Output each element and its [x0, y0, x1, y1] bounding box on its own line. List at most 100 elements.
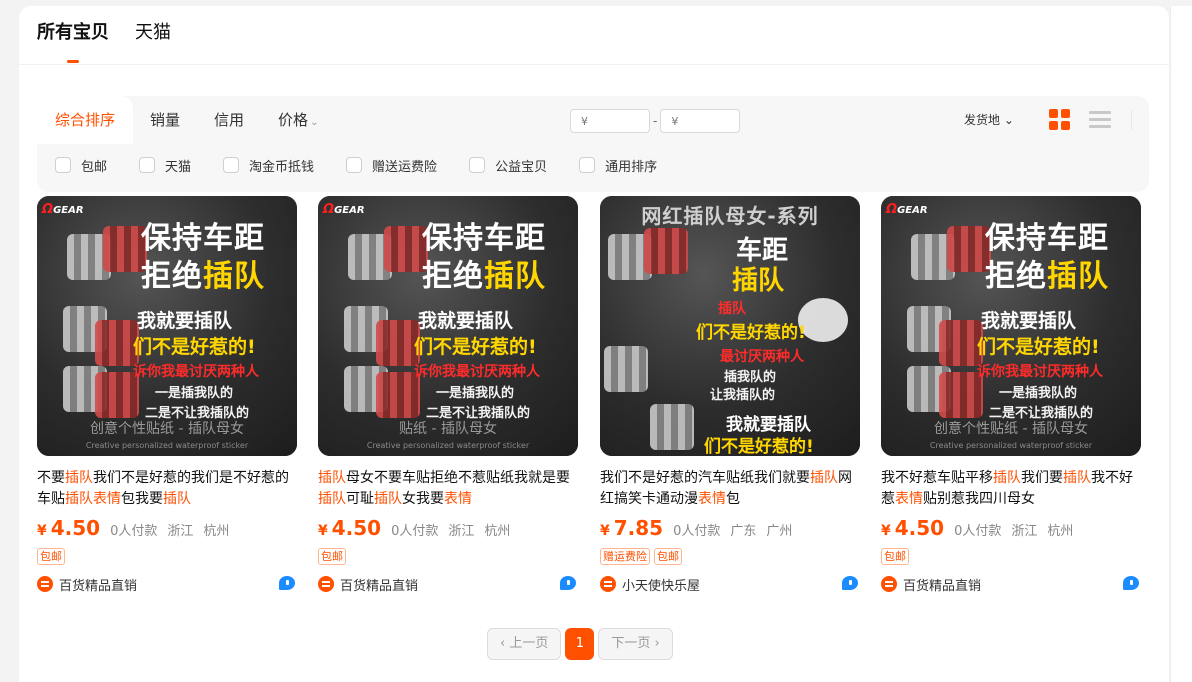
list-view-icon[interactable]	[1089, 111, 1111, 129]
product-image[interactable]: ΩGEAR 保持车距 拒绝插队 我就要插队 们不是好惹的! 诉你我最讨厌两种人 一…	[318, 196, 578, 456]
main-tabs: 所有宝贝 天猫	[37, 20, 171, 63]
price-row: ¥4.50 0人付款 浙江 杭州	[318, 516, 578, 542]
prev-page-button[interactable]: ‹ 上一页	[487, 628, 562, 660]
brand-logo: ΩGEAR	[886, 202, 928, 217]
image-headline: 插队	[203, 259, 265, 294]
province: 浙江	[448, 524, 475, 539]
title-text: 我们要	[1021, 470, 1063, 486]
checkbox[interactable]	[55, 157, 71, 173]
product-card[interactable]: ΩGEAR 保持车距 拒绝插队 我就要插队 们不是好惹的! 诉你我最讨厌两种人 一…	[318, 196, 578, 594]
shop-icon	[600, 576, 616, 592]
tab-all-items[interactable]: 所有宝贝	[37, 20, 109, 63]
shop-name[interactable]: 小天使快乐屋	[622, 575, 700, 594]
chevron-down-icon: ⌄	[310, 117, 319, 128]
page-number-current[interactable]: 1	[565, 628, 595, 660]
shop-row: 百货精品直销	[318, 574, 578, 594]
title-highlight: 表情	[444, 491, 472, 507]
filter-taojinbi[interactable]: 淘金币抵钱	[223, 156, 314, 175]
sales-count: 0人付款	[391, 524, 439, 539]
tag-free-shipping: 包邮	[37, 548, 65, 565]
title-text: 包	[726, 491, 740, 507]
title-highlight: 插队	[810, 470, 838, 486]
title-highlight: 插队	[318, 491, 346, 507]
city: 广州	[766, 524, 793, 539]
product-card[interactable]: ΩGEAR 保持车距 拒绝插队 我就要插队 们不是好惹的! 诉你我最讨厌两种人 一…	[37, 196, 297, 594]
image-text: 我就要插队	[418, 310, 514, 332]
filter-label: 包邮	[81, 159, 108, 175]
title-highlight: 插队	[993, 470, 1021, 486]
product-tags: 包邮	[318, 548, 578, 566]
tab-tmall[interactable]: 天猫	[135, 20, 171, 46]
shop-name[interactable]: 百货精品直销	[903, 575, 981, 594]
ship-from-dropdown[interactable]: 发货地 ⌄	[964, 111, 1014, 128]
image-text: 一是插我队的	[155, 386, 234, 401]
product-image[interactable]: 网红插队母女-系列 车距 插队 插队 们不是好惹的! 最讨厌两种人 插我队的 让…	[600, 196, 860, 456]
image-text: 诉你我最讨厌两种人	[133, 364, 259, 380]
shop-icon	[881, 576, 897, 592]
filter-label: 通用排序	[605, 159, 658, 175]
title-text: 不要	[37, 470, 65, 486]
title-highlight: 插队	[318, 470, 346, 486]
price-min-input[interactable]	[570, 109, 650, 133]
shop-row: 百货精品直销	[881, 574, 1141, 594]
checkbox[interactable]	[223, 157, 240, 173]
title-highlight: 插队表情	[65, 491, 121, 507]
filter-general-sort[interactable]: 通用排序	[579, 156, 657, 175]
next-page-button[interactable]: 下一页 ›	[598, 628, 673, 660]
product-title[interactable]: 我不好惹车贴平移插队我们要插队我不好惹表情贴别惹我四川母女	[881, 468, 1141, 510]
filter-label: 天猫	[165, 159, 192, 175]
filter-label: 公益宝贝	[495, 159, 548, 175]
product-tags: 包邮	[881, 548, 1141, 566]
filter-shipping-insurance[interactable]: 赠送运费险	[346, 156, 437, 175]
chevron-down-icon: ⌄	[1003, 113, 1014, 127]
image-headline: 插队	[732, 266, 785, 296]
image-headline: 拒绝	[141, 259, 203, 294]
title-highlight: 插队	[65, 470, 93, 486]
filter-charity[interactable]: 公益宝贝	[469, 156, 547, 175]
image-text: 一是插我队的	[436, 386, 515, 401]
tag-shipping-insurance: 赠运费险	[600, 548, 650, 565]
product-title[interactable]: 我们不是好惹的汽车贴纸我们就要插队网红搞笑卡通动漫表情包	[600, 468, 860, 510]
checkbox[interactable]	[139, 157, 156, 173]
image-text: 插队	[718, 301, 746, 317]
sort-price[interactable]: 价格 ⌄	[261, 96, 335, 144]
brand-logo: ΩGEAR	[323, 202, 365, 217]
grid-view-icon[interactable]	[1049, 109, 1071, 131]
image-text: 最讨厌两种人	[720, 349, 804, 365]
product-tags: 包邮	[37, 548, 297, 566]
sort-default[interactable]: 综合排序	[37, 96, 134, 144]
filter-tmall[interactable]: 天猫	[139, 156, 191, 175]
city: 杭州	[484, 524, 511, 539]
price-max-input[interactable]	[660, 109, 741, 133]
product-title[interactable]: 不要插队我们不是好惹的我们是不好惹的车贴插队表情包我要插队	[37, 468, 297, 510]
price-row: ¥4.50 0人付款 浙江 杭州	[37, 516, 297, 542]
product-title[interactable]: 插队母女不要车贴拒绝不惹贴纸我就是要插队可耻插队女我要表情	[318, 468, 578, 510]
sort-sales[interactable]: 销量	[133, 96, 197, 144]
product-image[interactable]: ΩGEAR 保持车距 拒绝插队 我就要插队 们不是好惹的! 诉你我最讨厌两种人 一…	[881, 196, 1141, 456]
product-image[interactable]: ΩGEAR 保持车距 拒绝插队 我就要插队 们不是好惹的! 诉你我最讨厌两种人 一…	[37, 196, 297, 456]
sales-count: 0人付款	[110, 524, 158, 539]
chat-icon[interactable]	[1123, 576, 1139, 590]
checkbox[interactable]	[469, 157, 486, 173]
image-footer: 创意个性贴纸 - 插队母女	[90, 421, 244, 437]
divider	[19, 64, 1169, 65]
chat-icon[interactable]	[279, 576, 295, 590]
title-highlight: 插队	[374, 491, 402, 507]
pagination: ‹ 上一页 1 下一页 ›	[487, 628, 673, 660]
sort-credit[interactable]: 信用	[197, 96, 261, 144]
product-price: ¥4.50	[881, 516, 945, 540]
image-text: 让我插队的	[710, 388, 776, 403]
image-headline: 拒绝	[985, 259, 1047, 294]
product-card[interactable]: ΩGEAR 保持车距 拒绝插队 我就要插队 们不是好惹的! 诉你我最讨厌两种人 一…	[881, 196, 1141, 594]
checkbox[interactable]	[579, 157, 596, 173]
chat-icon[interactable]	[560, 576, 576, 590]
shop-name[interactable]: 百货精品直销	[340, 575, 418, 594]
product-card[interactable]: 网红插队母女-系列 车距 插队 插队 们不是好惹的! 最讨厌两种人 插我队的 让…	[600, 196, 860, 594]
checkbox[interactable]	[346, 157, 363, 173]
image-headline: 保持车距	[141, 221, 265, 256]
tag-free-shipping: 包邮	[881, 548, 909, 565]
title-highlight: 插队	[163, 491, 191, 507]
chat-icon[interactable]	[842, 576, 858, 590]
shop-name[interactable]: 百货精品直销	[59, 575, 137, 594]
filter-free-shipping[interactable]: 包邮	[55, 156, 107, 175]
